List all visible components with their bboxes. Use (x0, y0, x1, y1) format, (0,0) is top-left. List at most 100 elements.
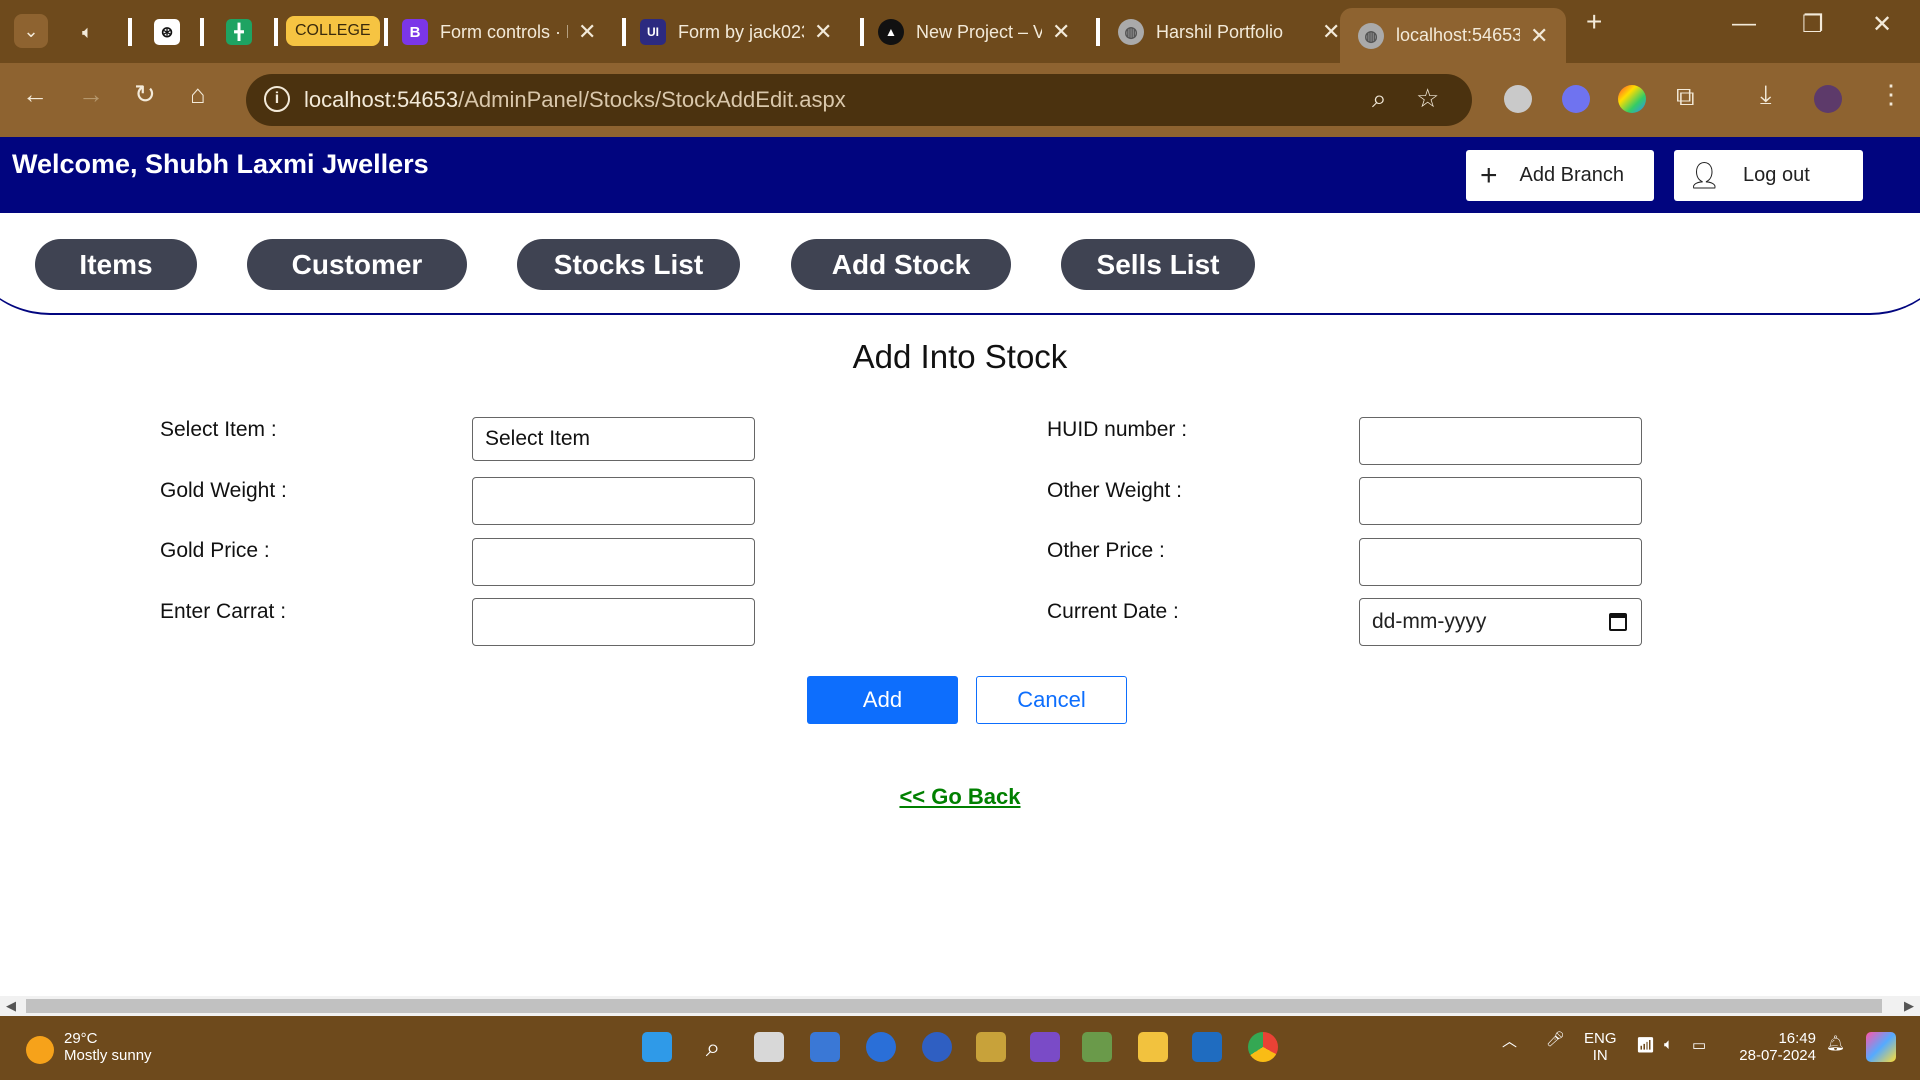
task-view-icon[interactable] (754, 1032, 784, 1062)
huid-input[interactable] (1359, 417, 1642, 465)
extension-icon[interactable] (1562, 85, 1590, 113)
chrome-icon[interactable] (1248, 1032, 1278, 1062)
back-arrow-icon[interactable]: ← (22, 79, 48, 110)
new-tab-button[interactable]: + (1586, 6, 1602, 38)
other-price-label: Other Price : (1047, 539, 1165, 562)
user-minus-icon: 👤︎ (1688, 160, 1722, 190)
address-bar[interactable]: i localhost:54653/AdminPanel/Stocks/Stoc… (246, 74, 1472, 126)
weather-widget[interactable]: 29°C Mostly sunny (64, 1030, 152, 1064)
gold-price-label: Gold Price : (160, 539, 270, 562)
chatgpt-tab-icon[interactable]: ⊛ (154, 12, 192, 52)
minimize-button[interactable]: — (1732, 10, 1756, 38)
outlook-icon[interactable] (1192, 1032, 1222, 1062)
battery-icon[interactable]: ▭ (1692, 1036, 1706, 1054)
notification-bell-icon[interactable]: 🔔︎ (1826, 1034, 1845, 1052)
plus-icon: + (1480, 158, 1498, 192)
gold-price-input[interactable] (472, 538, 755, 586)
microphone-icon[interactable]: 🎤︎ (1546, 1030, 1565, 1048)
tray-chevron-icon[interactable]: ︿ (1502, 1030, 1517, 1051)
gold-weight-input[interactable] (472, 477, 755, 525)
bootstrap-icon: B (402, 19, 428, 45)
nav-sells-list[interactable]: Sells List (1061, 239, 1255, 290)
tab-group-college[interactable]: COLLEGE (286, 16, 380, 46)
add-branch-label: Add Branch (1519, 164, 1625, 186)
extensions-puzzle-icon[interactable]: ⧉ (1676, 81, 1695, 113)
nav-stocks-list[interactable]: Stocks List (517, 239, 740, 290)
volume-icon[interactable]: 🔈︎ (1664, 1036, 1673, 1053)
add-button[interactable]: Add (807, 676, 958, 724)
file-explorer-icon[interactable] (1138, 1032, 1168, 1062)
search-icon[interactable]: ⌕ (698, 1032, 728, 1062)
globe-icon: ◍ (1118, 19, 1144, 45)
menu-dots-icon[interactable]: ⋮ (1878, 79, 1904, 110)
url-text[interactable]: localhost:54653/AdminPanel/Stocks/StockA… (304, 87, 846, 113)
app-icon[interactable] (922, 1032, 952, 1062)
go-back-link[interactable]: << Go Back (899, 784, 1020, 809)
wifi-icon[interactable]: 📶︎ (1636, 1036, 1655, 1054)
nav-add-stock[interactable]: Add Stock (791, 239, 1011, 290)
close-icon[interactable]: ✕ (578, 19, 596, 45)
select-item-dropdown[interactable]: Select Item (472, 417, 755, 461)
close-icon[interactable]: ✕ (1530, 23, 1548, 49)
weather-sun-icon[interactable] (26, 1036, 54, 1064)
other-weight-input[interactable] (1359, 477, 1642, 525)
home-icon[interactable]: ⌂ (190, 79, 206, 110)
current-date-input[interactable]: dd-mm-yyyy (1359, 598, 1642, 646)
cancel-button[interactable]: Cancel (976, 676, 1127, 724)
carrat-input[interactable] (472, 598, 755, 646)
site-info-icon[interactable]: i (264, 86, 290, 112)
close-icon[interactable]: ✕ (1052, 19, 1070, 45)
copilot-icon[interactable] (1866, 1032, 1896, 1062)
clock-date: 28-07-2024 (1739, 1047, 1816, 1064)
audio-icon[interactable]: 🔈︎ (82, 12, 93, 52)
close-icon[interactable]: ✕ (1322, 19, 1340, 45)
app-icon[interactable] (1082, 1032, 1112, 1062)
profile-avatar[interactable] (1814, 85, 1842, 113)
zoom-icon[interactable]: ⌕ (1372, 83, 1387, 115)
store-icon[interactable] (810, 1032, 840, 1062)
language-indicator[interactable]: ENG IN (1584, 1030, 1617, 1064)
tab-divider (384, 18, 388, 46)
tab-title: localhost:54653/ (1396, 25, 1520, 45)
app-icon[interactable] (976, 1032, 1006, 1062)
other-price-input[interactable] (1359, 538, 1642, 586)
tab-form-by-jack[interactable]: UI Form by jack023 ✕ (640, 10, 832, 54)
current-date-label: Current Date : (1047, 600, 1179, 623)
tab-form-controls[interactable]: B Form controls · B ✕ (402, 10, 596, 54)
tab-harshil-portfolio[interactable]: ◍ Harshil Portfolio ✕ (1118, 10, 1340, 54)
tab-title: Harshil Portfolio (1156, 21, 1284, 42)
scroll-left-icon[interactable]: ◀ (6, 998, 16, 1014)
visual-studio-icon[interactable] (1030, 1032, 1060, 1062)
start-windows-icon[interactable] (642, 1032, 672, 1062)
scroll-right-icon[interactable]: ▶ (1904, 998, 1914, 1014)
forward-arrow-icon[interactable]: → (78, 79, 104, 110)
horizontal-scrollbar[interactable]: ◀ ▶ (0, 996, 1920, 1016)
tab-divider (860, 18, 864, 46)
logout-button[interactable]: 👤︎ Log out (1674, 150, 1863, 201)
tab-divider (1096, 18, 1100, 46)
page-title: Add Into Stock (852, 338, 1068, 375)
download-icon[interactable]: ⤓ (1760, 79, 1772, 111)
sheets-tab-icon[interactable]: ╋ (226, 12, 264, 52)
clock-time: 16:49 (1778, 1030, 1816, 1047)
select-item-label: Select Item : (160, 418, 277, 441)
nav-items[interactable]: Items (35, 239, 197, 290)
add-branch-button[interactable]: + Add Branch (1466, 150, 1654, 201)
tab-search-button[interactable]: ⌄ (14, 14, 48, 48)
restore-button[interactable]: ❐ (1802, 10, 1824, 39)
tab-new-project[interactable]: ▲ New Project – Ve ✕ (878, 10, 1070, 54)
app-icon[interactable] (866, 1032, 896, 1062)
close-icon[interactable]: ✕ (814, 19, 832, 45)
nav-customer[interactable]: Customer (247, 239, 467, 290)
browser-tabstrip: ⌄ 🔈︎ ⊛ ╋ COLLEGE B Form controls · B ✕ U… (0, 0, 1920, 63)
extension-icon[interactable] (1618, 85, 1646, 113)
extension-icon[interactable] (1504, 85, 1532, 113)
tab-localhost-active[interactable]: ◍ localhost:54653/ ✕ (1340, 8, 1567, 63)
scrollbar-thumb[interactable] (26, 999, 1882, 1013)
tab-divider (622, 18, 626, 46)
calendar-icon[interactable] (1609, 613, 1627, 631)
clock[interactable]: 16:49 28-07-2024 (1736, 1030, 1816, 1064)
bookmark-star-icon[interactable]: ☆ (1416, 83, 1439, 114)
close-window-button[interactable]: ✕ (1872, 10, 1892, 39)
reload-icon[interactable]: ↻ (134, 79, 156, 110)
